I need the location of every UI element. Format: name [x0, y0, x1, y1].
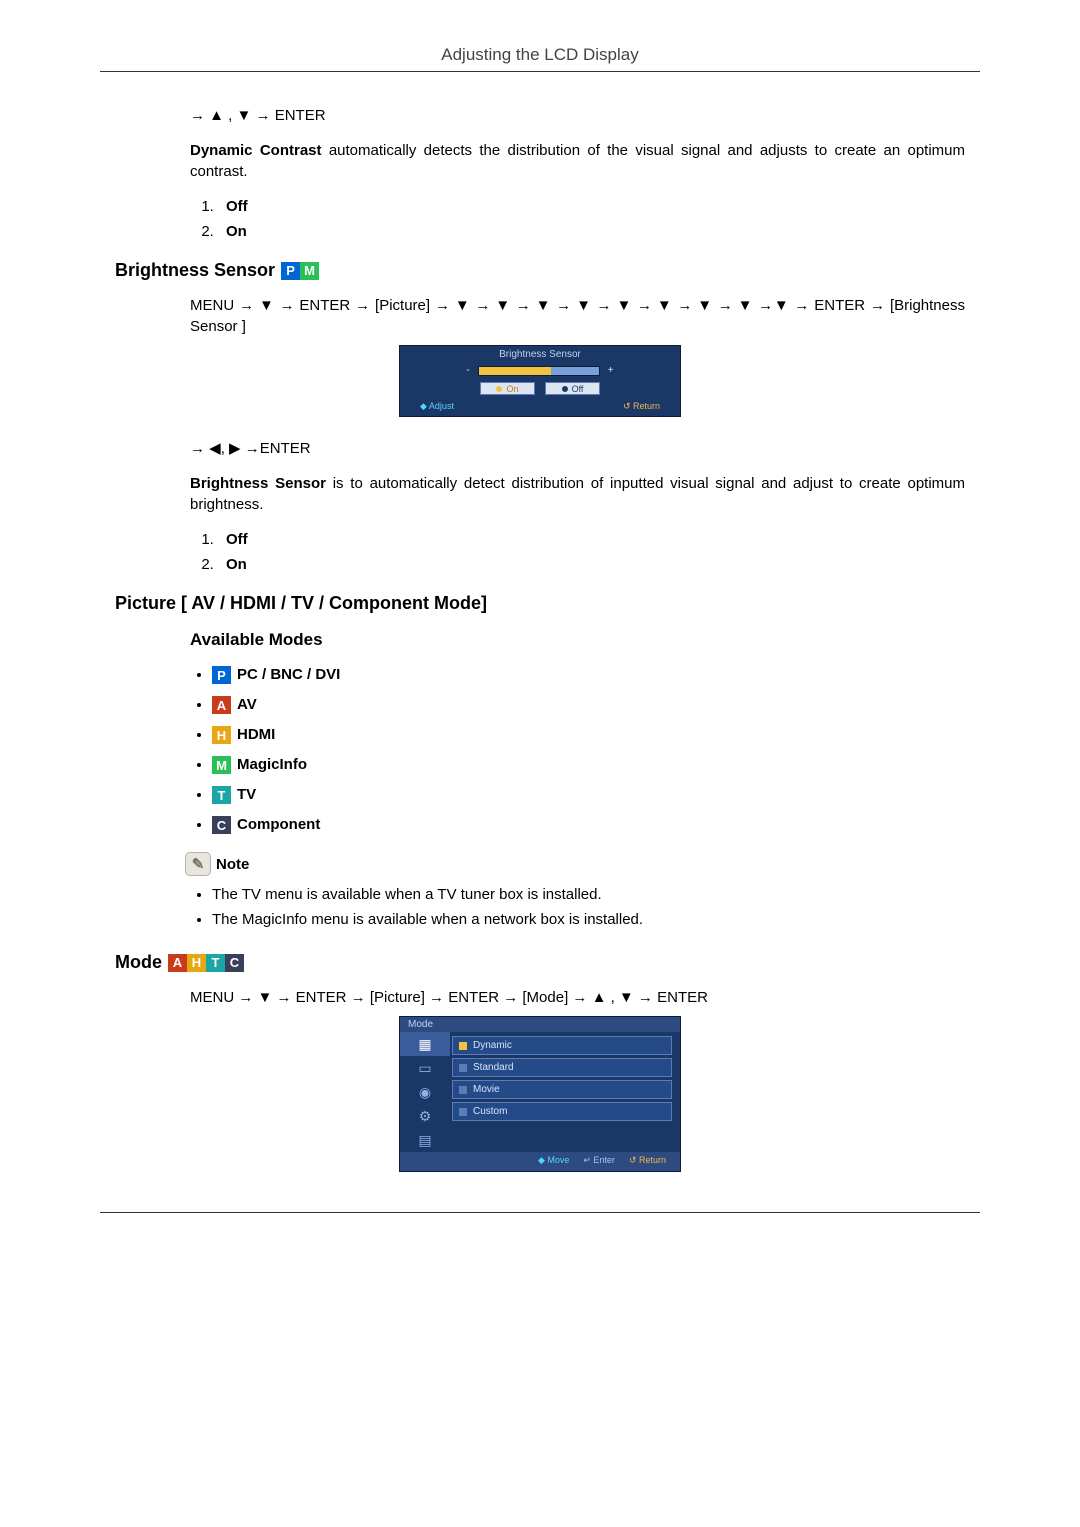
osd-on-button: On [480, 382, 535, 395]
mode-magicinfo: M MagicInfo [212, 756, 965, 774]
osd-mode-options: Dynamic Standard Movie Custom [450, 1032, 680, 1152]
osd-brightness-sensor-figure: Brightness Sensor - + On Off ◆ Adjust ↺ … [399, 345, 681, 417]
osd-mode-footer: ◆ Move ↵ Enter ↺ Return [400, 1152, 680, 1171]
badge-p-icon: P [281, 262, 300, 280]
mode-menu-path: MENU → ▼ → ENTER → [Picture] → ENTER → [… [190, 987, 965, 1008]
brightness-sensor-para: Brightness Sensor is to automatically de… [190, 473, 965, 515]
badge-c-icon: C [225, 954, 244, 972]
badge-h-icon: H [187, 954, 206, 972]
dynamic-contrast-label: Dynamic Contrast [190, 142, 322, 159]
mode-magicinfo-label: MagicInfo [237, 756, 307, 773]
osd-brightness-slider-row: - + [400, 363, 680, 378]
mode-component: C Component [212, 816, 965, 834]
osd-mode-body: ▦ ▭ ◉ ⚙ ▤ Dynamic Standard Movie Custom [400, 1032, 680, 1152]
footer-rule [100, 1212, 980, 1213]
osd-adjust-label: ◆ Adjust [420, 401, 454, 412]
mode-pc: P PC / BNC / DVI [212, 666, 965, 684]
note-tv: The TV menu is available when a TV tuner… [212, 886, 965, 903]
brightness-sensor-option-on: On [218, 556, 965, 573]
content-body: → ▲ , ▼ → ENTER Dynamic Contrast automat… [115, 107, 965, 1172]
osd-move-label: ◆ Move [538, 1155, 569, 1166]
mode-pc-label: PC / BNC / DVI [237, 666, 340, 683]
page-title: Adjusting the LCD Display [100, 45, 980, 72]
note-list: The TV menu is available when a TV tuner… [190, 886, 965, 928]
note-magicinfo: The MagicInfo menu is available when a n… [212, 911, 965, 928]
brightness-sensor-option-off: Off [218, 531, 965, 548]
dynamic-contrast-nav: → ▲ , ▼ → ENTER [190, 107, 965, 124]
mode-av: A AV [212, 696, 965, 714]
badge-c-icon: C [212, 816, 231, 834]
osd-side-multi-icon: ▤ [400, 1128, 450, 1152]
mode-tv: T TV [212, 786, 965, 804]
brightness-sensor-options: Off On [190, 531, 965, 573]
osd-side-sound-icon: ◉ [400, 1080, 450, 1104]
osd-return-label: ↺ Return [629, 1155, 666, 1166]
mode-av-label: AV [237, 696, 257, 713]
osd-off-button: Off [545, 382, 600, 395]
mode-heading-text: Mode [115, 952, 162, 973]
osd-mode-figure: Mode ▦ ▭ ◉ ⚙ ▤ Dynamic Standard Movie Cu… [399, 1016, 681, 1172]
mode-hdmi: H HDMI [212, 726, 965, 744]
brightness-sensor-heading: Brightness Sensor P M [115, 260, 965, 281]
osd-side-setup-icon: ⚙ [400, 1104, 450, 1128]
osd-option-custom: Custom [452, 1102, 672, 1121]
osd-option-movie: Movie [452, 1080, 672, 1099]
brightness-sensor-menu-path: MENU → ▼ → ENTER → [Picture] → ▼ → ▼ → ▼… [190, 295, 965, 337]
brightness-sensor-heading-text: Brightness Sensor [115, 260, 275, 281]
badge-p-icon: P [212, 666, 231, 684]
osd-enter-label: ↵ Enter [583, 1155, 615, 1166]
available-modes-list: P PC / BNC / DVI A AV H HDMI M MagicInfo T TV… [190, 666, 965, 834]
osd-option-standard: Standard [452, 1058, 672, 1077]
badge-t-icon: T [212, 786, 231, 804]
osd-brightness-buttons: On Off [400, 378, 680, 399]
brightness-sensor-nav2: → ◀, ▶ →ENTER [190, 439, 965, 457]
available-modes-heading: Available Modes [190, 630, 965, 650]
osd-side-picture-icon: ▦ [400, 1032, 450, 1056]
dynamic-contrast-options: Off On [190, 198, 965, 240]
mode-heading-badges: A H T C [168, 954, 244, 972]
badge-a-icon: A [168, 954, 187, 972]
osd-option-dynamic: Dynamic [452, 1036, 672, 1055]
dynamic-contrast-option-off: Off [218, 198, 965, 215]
osd-mode-sidebar: ▦ ▭ ◉ ⚙ ▤ [400, 1032, 450, 1152]
osd-mode-title: Mode [400, 1017, 680, 1032]
picture-section-heading: Picture [ AV / HDMI / TV / Component Mod… [115, 593, 965, 614]
dynamic-contrast-option-on: On [218, 223, 965, 240]
osd-brightness-footer: ◆ Adjust ↺ Return [400, 399, 680, 416]
badge-h-icon: H [212, 726, 231, 744]
mode-tv-label: TV [237, 786, 256, 803]
osd-side-screen-icon: ▭ [400, 1056, 450, 1080]
osd-return-label: ↺ Return [623, 401, 660, 412]
note-icon: ✎ [185, 852, 211, 876]
osd-brightness-slider [478, 366, 600, 376]
minus-icon: - [466, 365, 469, 376]
note-heading: ✎ Note [185, 852, 965, 876]
note-label: Note [216, 856, 249, 873]
badge-m-icon: M [212, 756, 231, 774]
dynamic-contrast-para: Dynamic Contrast automatically detects t… [190, 140, 965, 182]
osd-brightness-title: Brightness Sensor [400, 346, 680, 363]
mode-section-heading: Mode A H T C [115, 952, 965, 973]
mode-component-label: Component [237, 816, 320, 833]
badge-m-icon: M [300, 262, 319, 280]
mode-hdmi-label: HDMI [237, 726, 275, 743]
plus-icon: + [608, 365, 614, 376]
page: Adjusting the LCD Display → ▲ , ▼ → ENTE… [0, 0, 1080, 1258]
badge-t-icon: T [206, 954, 225, 972]
brightness-sensor-badges: P M [281, 262, 319, 280]
badge-a-icon: A [212, 696, 231, 714]
brightness-sensor-bold: Brightness Sensor [190, 475, 326, 492]
